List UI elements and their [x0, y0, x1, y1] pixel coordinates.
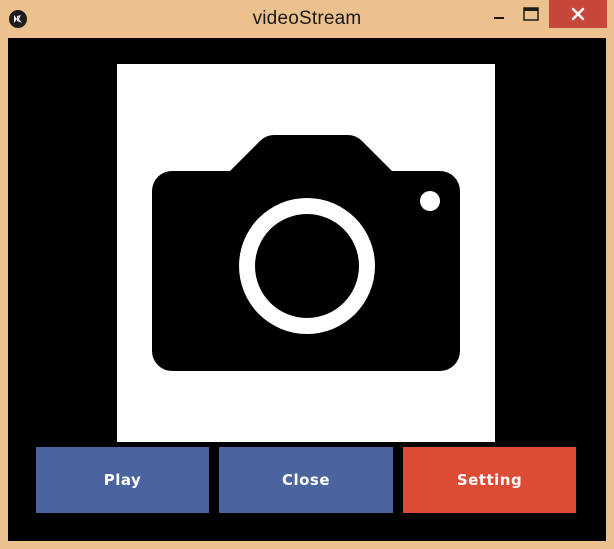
minimize-icon: [494, 17, 504, 19]
maximize-icon: [523, 7, 539, 21]
minimize-button[interactable]: [485, 0, 513, 28]
app-window: videoStream Play Close Setting: [0, 0, 614, 549]
title-bar[interactable]: videoStream: [0, 0, 614, 38]
window-close-button[interactable]: [549, 0, 607, 28]
client-area: Play Close Setting: [8, 38, 606, 541]
play-button[interactable]: Play: [36, 447, 209, 513]
maximize-button[interactable]: [517, 0, 545, 28]
close-button[interactable]: Close: [219, 447, 393, 513]
video-preview: [117, 64, 495, 442]
kivy-logo-icon[interactable]: [9, 10, 27, 28]
setting-button[interactable]: Setting: [403, 447, 576, 513]
camera-icon: [152, 135, 460, 371]
close-icon: [571, 7, 585, 21]
